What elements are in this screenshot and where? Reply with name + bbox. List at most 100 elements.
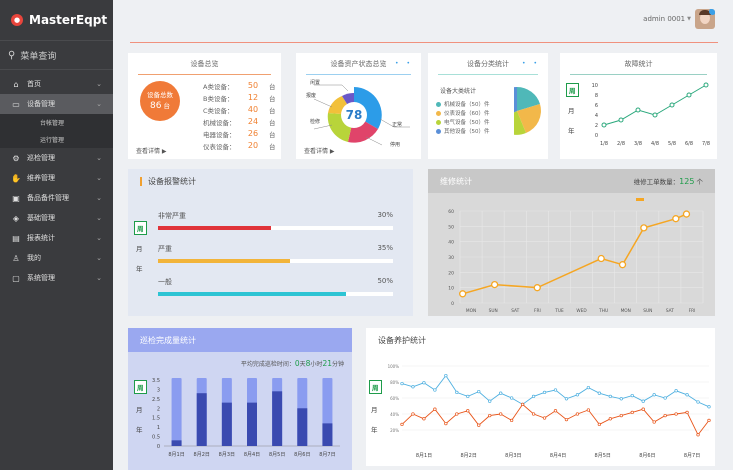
x-tick-label: MON — [621, 308, 631, 314]
maint-point — [641, 407, 645, 411]
patrol-tab-month[interactable]: 月 — [136, 404, 143, 414]
y-tick-label: 4 — [595, 113, 598, 119]
x-tick-label: 8月2日 — [460, 453, 476, 459]
menu-search[interactable]: ⚲ 菜单查询 — [0, 40, 113, 70]
y-tick-label: 0 — [595, 133, 598, 139]
x-tick-label: 8月6日 — [294, 452, 310, 458]
carousel-dots[interactable]: • • — [522, 60, 540, 67]
maint-tab-month[interactable]: 月 — [371, 404, 378, 414]
maint-point — [422, 417, 426, 421]
repair-point — [618, 261, 627, 269]
maint-point — [542, 390, 547, 395]
repair-title: 维修统计 — [440, 176, 472, 186]
sidebar-item-8[interactable]: ▤ 报表统计 ⌄ — [0, 228, 113, 248]
x-tick-label: WED — [576, 308, 587, 314]
y-tick-label: 60 — [448, 209, 454, 215]
maint-point — [608, 417, 612, 421]
category-legend-item: 其他设备（50）件 — [436, 127, 490, 135]
x-tick-label: SUN — [489, 308, 498, 314]
patrol-bar-total — [171, 378, 182, 446]
row-unit: 台 — [269, 83, 276, 91]
patrol-tab-week[interactable]: 周 — [134, 380, 147, 394]
patrol-bar-done — [196, 393, 207, 446]
maint-point — [477, 389, 481, 394]
sidebar-item-5[interactable]: ✋ 维养管理 ⌄ — [0, 168, 113, 188]
row-label: B类设备： — [203, 95, 234, 103]
chevron-down-icon: ⌄ — [96, 154, 102, 162]
sidebar-item-label: 设备管理 — [27, 100, 55, 108]
alarm-label: 一般 — [158, 278, 172, 286]
sidebar-item-3[interactable]: 运行管理 — [0, 131, 113, 148]
overview-more-link[interactable]: 查看详情 ▶ — [136, 146, 167, 155]
fault-point — [601, 122, 607, 128]
x-tick-label: 8月3日 — [505, 453, 521, 459]
sidebar-item-10[interactable]: ▢ 系统管理 ⌄ — [0, 268, 113, 288]
legend-label: 仪表设备（60）件 — [444, 111, 490, 117]
maint-point — [433, 388, 437, 392]
maint-point — [630, 410, 634, 415]
maint-point — [586, 385, 591, 390]
alarm-tab-month[interactable]: 月 — [136, 243, 143, 253]
maint-point — [619, 413, 623, 418]
maint-point — [509, 396, 514, 400]
sidebar-item-0[interactable]: ⌂ 首页 ⌄ — [0, 74, 113, 94]
sidebar-item-6[interactable]: ▣ 备品备件管理 ⌄ — [0, 188, 113, 208]
row-label: A类设备： — [203, 83, 234, 91]
maint-point — [444, 373, 448, 378]
label-disabled: 停用 — [390, 142, 401, 148]
sidebar-item-2[interactable]: 台帐管理 — [0, 114, 113, 131]
alarm-value: 50% — [377, 277, 393, 285]
caret-down-icon: ▼ — [687, 16, 691, 22]
chevron-down-icon: ⌄ — [96, 254, 102, 262]
sidebar-item-7[interactable]: ◈ 基础管理 ⌄ — [0, 208, 113, 228]
fault-tab-year[interactable]: 年 — [568, 125, 575, 135]
maint-tab-year[interactable]: 年 — [371, 424, 378, 434]
alarm-row: 一般 50% — [158, 277, 393, 296]
equipment-row: 机械设备： 24 台 — [203, 117, 283, 127]
maint-tab-week[interactable]: 周 — [369, 380, 382, 394]
home-icon: ⌂ — [13, 79, 19, 89]
x-tick-label: 8月4日 — [244, 452, 260, 458]
gear-icon: ⚙ — [12, 153, 20, 163]
maint-panel: 设备养护统计 周 月 年 20% 40% 60% 80% 100% 8月1日 8月2日 8月3… — [366, 328, 715, 466]
patrol-tab-year[interactable]: 年 — [136, 424, 143, 434]
repair-point — [672, 215, 680, 223]
y-tick-label: 100% — [388, 364, 400, 369]
maint-point — [652, 420, 656, 424]
maint-point — [707, 405, 711, 409]
alarm-bar-track — [158, 292, 393, 296]
maint-point — [488, 399, 492, 403]
monitor-icon: ▭ — [12, 99, 20, 109]
maint-point — [553, 409, 558, 413]
donut-center-value: 78 — [346, 108, 363, 122]
carousel-dots[interactable]: • • — [395, 60, 413, 67]
alarm-title: 设备报警统计 — [128, 169, 413, 193]
x-tick-label: SAT — [666, 308, 674, 314]
maint-point — [542, 416, 547, 420]
user-menu[interactable]: admin 0001 ▼ — [643, 9, 715, 29]
repair-count-unit: 个 — [696, 178, 704, 186]
label-idle: 闲置 — [310, 80, 321, 86]
row-unit: 台 — [269, 143, 276, 151]
alarm-label: 非常严重 — [158, 212, 186, 220]
sidebar-item-label: 维养管理 — [27, 174, 55, 182]
sidebar-item-1[interactable]: ▭ 设备管理 ⌄ — [0, 94, 113, 114]
alarm-tab-week[interactable]: 周 — [134, 221, 147, 235]
avatar[interactable] — [695, 9, 715, 29]
patrol-bar-done — [297, 408, 308, 446]
asset-more-link[interactable]: 查看详情 ▶ — [304, 146, 335, 155]
sidebar-item-4[interactable]: ⚙ 巡检管理 ⌄ — [0, 148, 113, 168]
maint-point — [586, 408, 591, 412]
patrol-bar-done — [247, 402, 257, 446]
maint-point — [466, 409, 470, 413]
x-tick-label: 8月7日 — [319, 452, 335, 458]
sidebar-item-9[interactable]: ♙ 我的 ⌄ — [0, 248, 113, 268]
y-tick-label: 20 — [448, 270, 454, 276]
maint-point — [488, 413, 492, 418]
fault-tab-week[interactable]: 周 — [566, 83, 579, 97]
alarm-tab-year[interactable]: 年 — [136, 263, 143, 273]
app-logo[interactable]: ● MasterEqpt — [0, 0, 113, 40]
maint-point — [619, 397, 623, 401]
alarm-panel: 设备报警统计 周 月 年 非常严重 30% 严重 35% 一般 50% — [128, 169, 413, 316]
fault-tab-month[interactable]: 月 — [568, 105, 575, 115]
